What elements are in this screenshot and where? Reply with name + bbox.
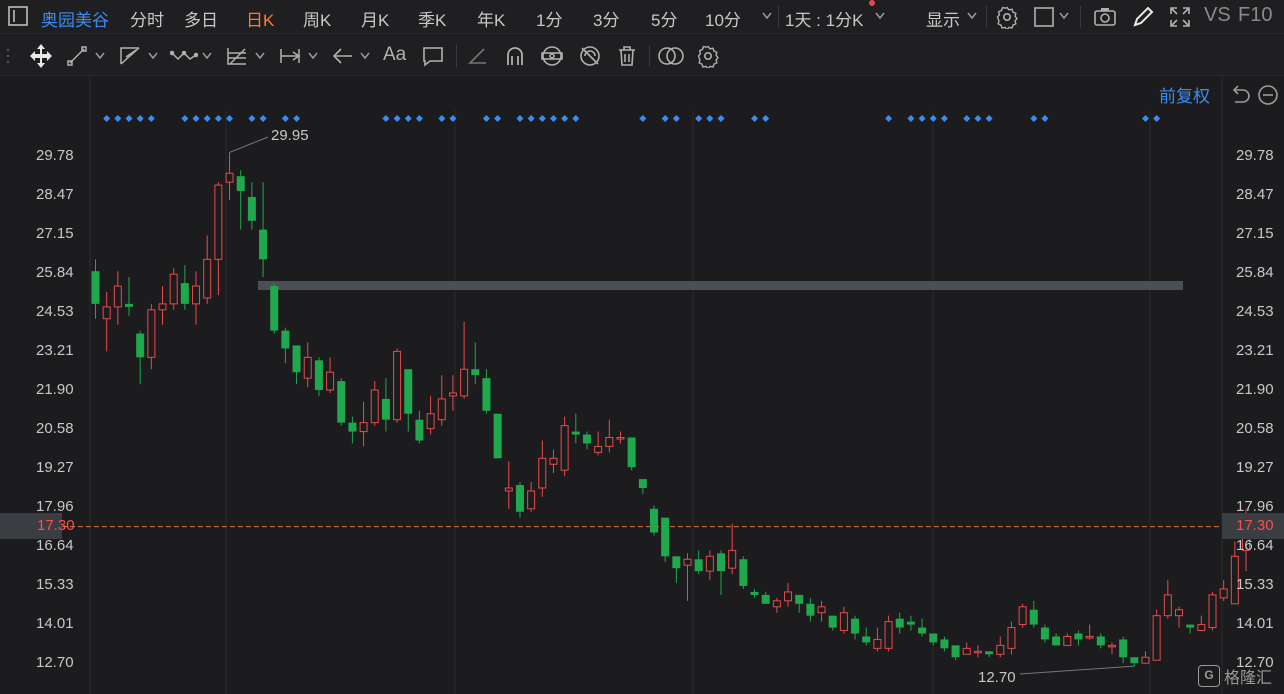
divider xyxy=(456,45,457,67)
f10-button[interactable]: F10 xyxy=(1238,4,1272,27)
kline-chart-area[interactable] xyxy=(0,77,1284,694)
y-tick-label: 21.90 xyxy=(1236,381,1274,398)
camera-icon[interactable] xyxy=(1093,6,1117,28)
current-price-right: 17.30 xyxy=(1236,517,1274,534)
y-tick-label: 28.47 xyxy=(36,186,74,203)
y-tick-label: 29.78 xyxy=(36,147,74,164)
y-tick-label: 19.27 xyxy=(1236,459,1274,476)
line-tool-chevron-icon[interactable] xyxy=(94,49,106,63)
notification-dot xyxy=(869,0,875,6)
y-tick-label: 15.33 xyxy=(1236,576,1274,593)
layout-chevron-icon[interactable] xyxy=(1058,9,1070,23)
wave-tool-chevron-icon[interactable] xyxy=(201,49,213,63)
divider xyxy=(778,6,779,28)
interval-selector[interactable]: 1天 : 1分K xyxy=(785,6,863,31)
y-tick-label: 23.21 xyxy=(36,342,74,359)
angle-tool-icon[interactable] xyxy=(466,45,490,67)
channel-tool-icon[interactable] xyxy=(118,45,142,67)
measure-tool-icon[interactable] xyxy=(278,45,302,67)
arrow-left-icon[interactable] xyxy=(331,45,355,67)
lock-drawing-icon[interactable] xyxy=(539,44,565,68)
top-toolbar: 奥园美谷 分时 多日 日K 周K 月K 季K 年K 1分 3分 5分 10分 1… xyxy=(0,0,1284,34)
current-price-left: 17.30 xyxy=(37,517,75,534)
fullscreen-icon[interactable] xyxy=(1168,5,1192,29)
y-tick-label: 20.58 xyxy=(36,420,74,437)
y-tick-label: 27.15 xyxy=(36,225,74,242)
text-tool-icon[interactable]: Aa xyxy=(383,44,409,68)
period-tab-daily[interactable]: 日K xyxy=(246,6,274,31)
wave-tool-icon[interactable] xyxy=(169,45,199,67)
watermark: G 格隆汇 xyxy=(1197,664,1272,688)
measure-tool-chevron-icon[interactable] xyxy=(307,49,319,63)
comment-tool-icon[interactable] xyxy=(421,45,445,67)
fibonacci-tool-icon[interactable] xyxy=(225,45,249,67)
y-tick-label: 23.21 xyxy=(1236,342,1274,359)
current-price-tag-right: 17.30 xyxy=(1222,513,1284,539)
period-tab-monthly[interactable]: 月K xyxy=(361,6,389,31)
current-price-tag-left: 17.30 xyxy=(0,513,75,539)
overlay-toggle-icon[interactable] xyxy=(657,44,685,68)
period-tab-10min[interactable]: 10分 xyxy=(705,6,741,31)
y-tick-label: 15.33 xyxy=(36,576,74,593)
period-tab-intraday[interactable]: 分时 xyxy=(130,6,164,31)
stock-name[interactable]: 奥园美谷 xyxy=(41,6,109,31)
watermark-text: 格隆汇 xyxy=(1223,670,1272,687)
undo-icon[interactable] xyxy=(1229,84,1251,106)
arrow-tool-chevron-icon[interactable] xyxy=(359,49,371,63)
divider xyxy=(986,6,987,28)
vs-compare-button[interactable]: VS xyxy=(1204,4,1231,27)
watermark-logo-icon: G xyxy=(1197,665,1220,687)
collapse-minus-icon[interactable] xyxy=(1257,84,1279,106)
y-tick-label: 14.01 xyxy=(1236,615,1274,632)
period-tab-1min[interactable]: 1分 xyxy=(536,6,562,31)
y-tick-label: 27.15 xyxy=(1236,225,1274,242)
y-tick-label: 20.58 xyxy=(1236,420,1274,437)
fibonacci-tool-chevron-icon[interactable] xyxy=(254,49,266,63)
layout-square-icon[interactable] xyxy=(1033,6,1055,28)
high-price-label: 29.95 xyxy=(271,127,309,144)
move-cross-icon[interactable] xyxy=(28,43,54,69)
magnet-icon[interactable] xyxy=(503,45,527,67)
drawing-toolbar: Aa xyxy=(0,36,1284,76)
y-tick-label: 24.53 xyxy=(1236,303,1274,320)
period-tab-quarterly[interactable]: 季K xyxy=(418,6,446,31)
display-chevron-icon[interactable] xyxy=(966,9,978,23)
y-tick-label: 25.84 xyxy=(1236,264,1274,281)
y-tick-label: 29.78 xyxy=(1236,147,1274,164)
low-price-label: 12.70 xyxy=(978,669,1016,686)
y-tick-label: 25.84 xyxy=(36,264,74,281)
interval-chevron-icon[interactable] xyxy=(874,9,886,23)
trash-icon[interactable] xyxy=(615,44,639,68)
y-tick-label: 24.53 xyxy=(36,303,74,320)
display-menu[interactable]: 显示 xyxy=(926,6,960,31)
line-tool-icon[interactable] xyxy=(66,45,88,67)
period-tab-yearly[interactable]: 年K xyxy=(477,6,505,31)
draw-settings-gear-icon[interactable] xyxy=(696,44,720,70)
period-tab-weekly[interactable]: 周K xyxy=(303,6,331,31)
period-tab-5min[interactable]: 5分 xyxy=(651,6,677,31)
y-tick-label: 16.64 xyxy=(36,537,74,554)
adjustment-mode-button[interactable]: 前复权 xyxy=(1159,82,1210,107)
period-tab-multiday[interactable]: 多日 xyxy=(184,6,218,31)
divider xyxy=(649,45,650,67)
y-tick-label: 12.70 xyxy=(36,654,74,671)
y-tick-label: 28.47 xyxy=(1236,186,1274,203)
more-periods-chevron-icon[interactable] xyxy=(761,9,773,23)
hide-drawing-icon[interactable] xyxy=(577,44,603,68)
y-tick-label: 21.90 xyxy=(36,381,74,398)
period-tab-3min[interactable]: 3分 xyxy=(593,6,619,31)
y-tick-label: 19.27 xyxy=(36,459,74,476)
sidebar-toggle-icon[interactable] xyxy=(8,6,28,26)
drag-handle-icon[interactable] xyxy=(4,46,12,66)
y-tick-label: 14.01 xyxy=(36,615,74,632)
y-tick-label: 16.64 xyxy=(1236,537,1274,554)
divider xyxy=(1080,6,1081,28)
channel-tool-chevron-icon[interactable] xyxy=(147,49,159,63)
pencil-icon[interactable] xyxy=(1131,5,1155,29)
settings-gear-icon[interactable] xyxy=(995,5,1019,31)
